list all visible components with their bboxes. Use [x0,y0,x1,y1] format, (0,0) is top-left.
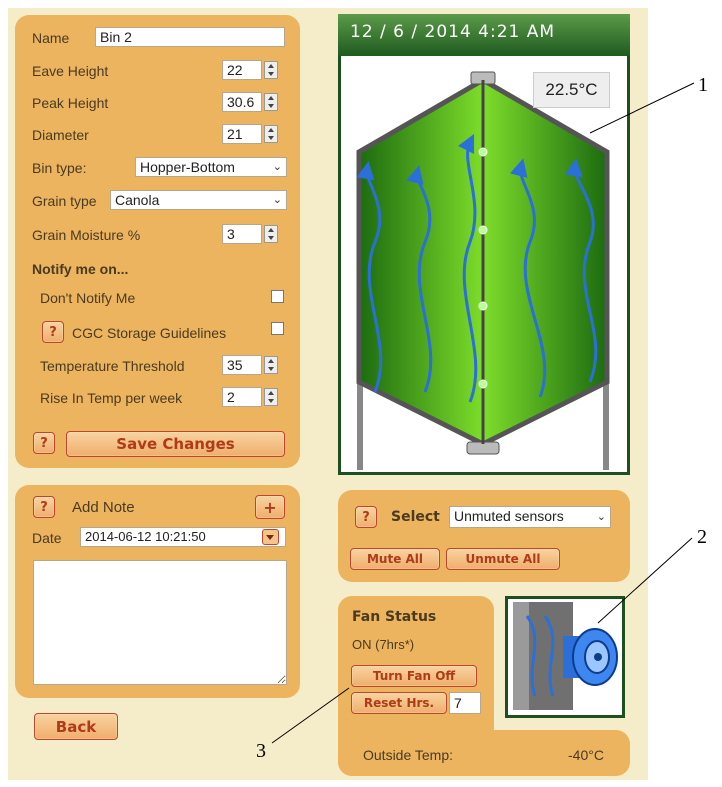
annotation-2: 2 [697,526,707,548]
callout-line-1 [589,82,695,134]
annotation-lines [271,82,695,744]
annotation-1: 1 [698,74,708,96]
callout-line-2 [597,537,693,624]
annotation-3: 3 [256,740,266,762]
callout-line-3 [271,687,350,744]
